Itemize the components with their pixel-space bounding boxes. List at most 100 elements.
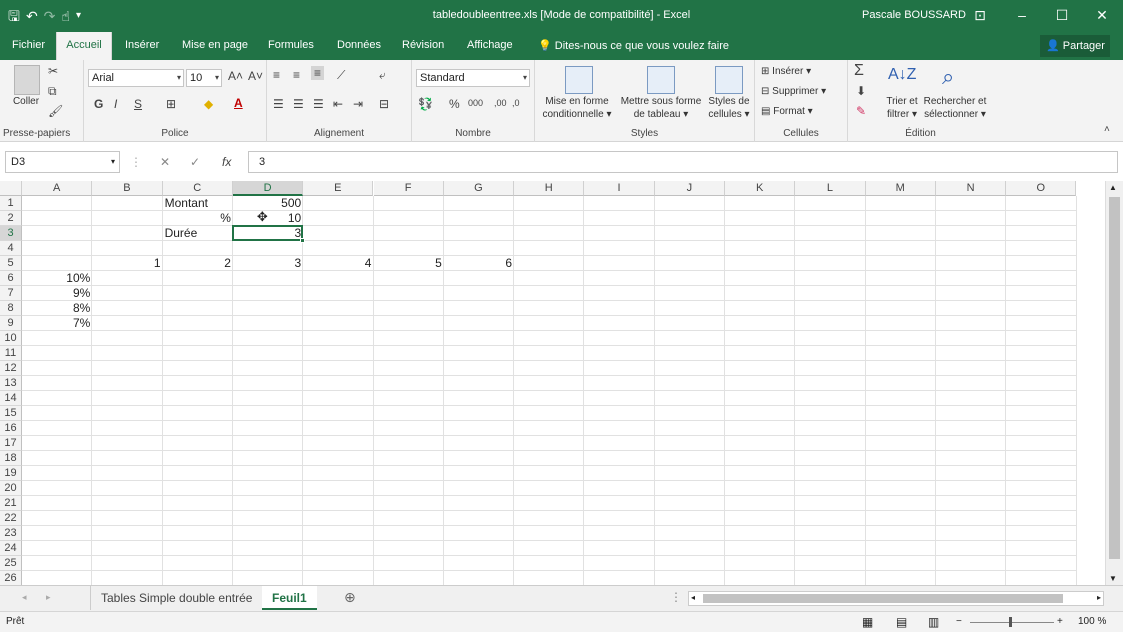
- page-break-icon[interactable]: ▥: [928, 612, 939, 632]
- align-left-icon[interactable]: ☰: [273, 97, 284, 111]
- increase-indent-icon[interactable]: ⇥: [353, 97, 363, 111]
- next-sheet-icon[interactable]: ▸: [46, 592, 51, 603]
- row-header-13[interactable]: 13: [0, 376, 22, 391]
- cell-styles-icon[interactable]: [715, 66, 743, 94]
- align-center-icon[interactable]: ☰: [293, 97, 304, 111]
- format-button[interactable]: ▤ Format ▾: [761, 105, 813, 118]
- format-painter-icon[interactable]: 🖌: [48, 104, 63, 118]
- bold-button[interactable]: G: [94, 97, 103, 111]
- paste-button[interactable]: Coller: [6, 95, 46, 108]
- cut-icon[interactable]: ✂: [48, 64, 58, 78]
- grow-font-icon[interactable]: A˄: [228, 69, 243, 83]
- row-header-5[interactable]: 5: [0, 256, 22, 271]
- tab-revision[interactable]: Révision: [400, 32, 446, 60]
- row-header-25[interactable]: 25: [0, 556, 22, 571]
- underline-button[interactable]: S: [134, 97, 142, 111]
- borders-icon[interactable]: ⊞: [166, 97, 176, 111]
- tell-me-box[interactable]: 💡 Dites-nous ce que vous voulez faire: [538, 39, 729, 52]
- font-color-icon[interactable]: A: [234, 96, 243, 110]
- shrink-font-icon[interactable]: A˅: [248, 69, 263, 83]
- fill-handle[interactable]: [300, 238, 306, 243]
- fill-icon[interactable]: ⬇: [856, 84, 866, 98]
- cell-c3[interactable]: Durée: [163, 226, 233, 241]
- copy-icon[interactable]: ⧉: [48, 84, 57, 99]
- row-header-4[interactable]: 4: [0, 241, 22, 256]
- column-header-f[interactable]: F: [373, 181, 444, 196]
- currency-icon[interactable]: 💱: [418, 97, 433, 111]
- cell-c1[interactable]: Montant: [163, 196, 233, 211]
- insert-function-button[interactable]: fx: [222, 155, 231, 169]
- row-header-6[interactable]: 6: [0, 271, 22, 286]
- row-header-22[interactable]: 22: [0, 511, 22, 526]
- row-header-19[interactable]: 19: [0, 466, 22, 481]
- column-header-n[interactable]: N: [935, 181, 1007, 196]
- tab-mise-en-page[interactable]: Mise en page: [180, 32, 250, 60]
- tab-formules[interactable]: Formules: [266, 32, 316, 60]
- sort-filter-icon[interactable]: A↓Z: [888, 66, 916, 84]
- cell-a6[interactable]: 10%: [22, 271, 92, 286]
- zoom-level[interactable]: 100 %: [1078, 612, 1106, 632]
- italic-button[interactable]: I: [114, 97, 117, 111]
- collapse-ribbon-icon[interactable]: ˄: [1104, 124, 1110, 135]
- row-header-1[interactable]: 1: [0, 196, 22, 211]
- sheet-tab-tables[interactable]: Tables Simple double entrée: [90, 586, 264, 610]
- column-header-a[interactable]: A: [22, 181, 93, 196]
- name-box[interactable]: D3 ▾: [5, 151, 120, 173]
- column-header-m[interactable]: M: [865, 181, 936, 196]
- add-sheet-icon[interactable]: ⊕: [344, 589, 356, 606]
- scroll-thumb[interactable]: [1109, 197, 1120, 559]
- cell-c2[interactable]: %: [163, 211, 233, 226]
- zoom-slider[interactable]: [970, 622, 1054, 623]
- row-header-17[interactable]: 17: [0, 436, 22, 451]
- sort-filter-button[interactable]: Trier et filtrer ▾: [880, 95, 924, 121]
- tab-affichage[interactable]: Affichage: [465, 32, 515, 60]
- row-header-15[interactable]: 15: [0, 406, 22, 421]
- column-header-k[interactable]: K: [725, 181, 796, 196]
- font-size-combo[interactable]: 10 ▾: [186, 69, 222, 87]
- decrease-indent-icon[interactable]: ⇤: [333, 97, 343, 111]
- insert-button[interactable]: ⊞ Insérer ▾: [761, 65, 811, 78]
- row-header-3[interactable]: 3: [0, 226, 22, 241]
- prev-sheet-icon[interactable]: ◂: [22, 592, 27, 603]
- align-right-icon[interactable]: ☰: [313, 97, 324, 111]
- cell-e5[interactable]: 4: [303, 256, 373, 271]
- column-header-b[interactable]: B: [92, 181, 163, 196]
- close-button[interactable]: ✕: [1082, 0, 1122, 32]
- scroll-down-icon[interactable]: ▼: [1109, 574, 1117, 583]
- row-header-7[interactable]: 7: [0, 286, 22, 301]
- align-bottom-icon[interactable]: ≡: [311, 66, 325, 80]
- cell-a7[interactable]: 9%: [22, 286, 92, 301]
- column-header-o[interactable]: O: [1006, 181, 1077, 196]
- merge-center-icon[interactable]: ⊟: [379, 97, 389, 111]
- column-header-j[interactable]: J: [654, 181, 725, 196]
- row-header-18[interactable]: 18: [0, 451, 22, 466]
- tab-fichier[interactable]: Fichier: [10, 32, 47, 60]
- normal-view-icon[interactable]: ▦: [862, 612, 873, 632]
- orientation-icon[interactable]: ⟋: [337, 68, 345, 83]
- font-name-combo[interactable]: Arial ▾: [88, 69, 184, 87]
- conditional-format-button[interactable]: Mise en forme conditionnelle ▾: [537, 95, 617, 121]
- row-header-21[interactable]: 21: [0, 496, 22, 511]
- column-header-e[interactable]: E: [303, 181, 374, 196]
- row-header-9[interactable]: 9: [0, 316, 22, 331]
- row-header-26[interactable]: 26: [0, 571, 22, 585]
- paste-icon[interactable]: [14, 65, 40, 95]
- user-name[interactable]: Pascale BOUSSARD: [862, 9, 966, 21]
- horizontal-scrollbar[interactable]: ◂ ▸: [688, 591, 1104, 606]
- cell-a8[interactable]: 8%: [22, 301, 92, 316]
- column-header-h[interactable]: H: [514, 181, 585, 196]
- column-header-l[interactable]: L: [795, 181, 866, 196]
- tab-accueil[interactable]: Accueil: [56, 32, 112, 60]
- ribbon-display-icon[interactable]: ⊡: [960, 0, 1000, 32]
- increase-decimal-icon[interactable]: ,00: [494, 98, 507, 108]
- align-top-icon[interactable]: ≡: [273, 68, 280, 82]
- cell-c5[interactable]: 2: [163, 256, 233, 271]
- row-header-10[interactable]: 10: [0, 331, 22, 346]
- decrease-decimal-icon[interactable]: ,0: [512, 98, 520, 108]
- row-header-14[interactable]: 14: [0, 391, 22, 406]
- wrap-text-icon[interactable]: ⤶: [379, 68, 386, 83]
- tab-inserer[interactable]: Insérer: [123, 32, 161, 60]
- scroll-right-icon[interactable]: ▸: [1097, 593, 1101, 602]
- fill-color-icon[interactable]: ◆: [204, 97, 213, 111]
- zoom-in-icon[interactable]: +: [1057, 612, 1063, 632]
